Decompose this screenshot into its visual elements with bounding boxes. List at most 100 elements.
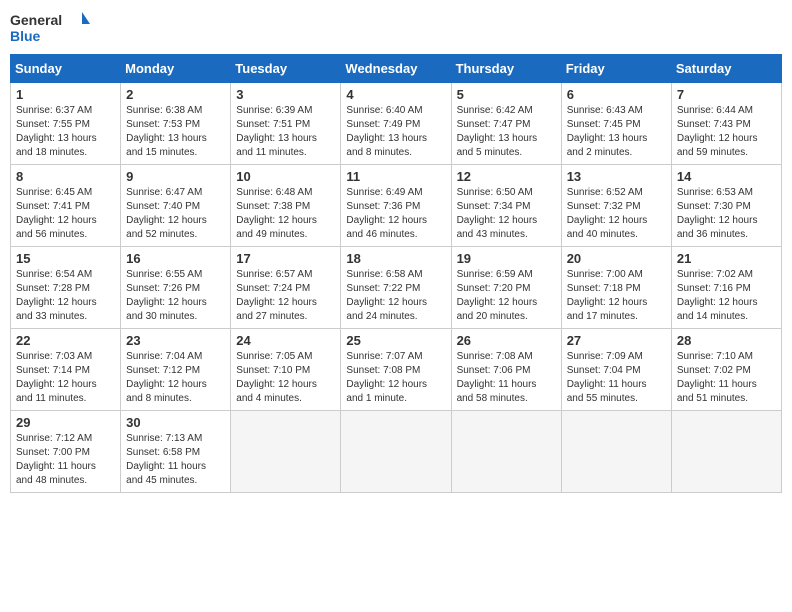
calendar-cell: 15 Sunrise: 6:54 AMSunset: 7:28 PMDaylig… xyxy=(11,247,121,329)
cell-info: Sunrise: 6:47 AMSunset: 7:40 PMDaylight:… xyxy=(126,187,207,240)
calendar-cell: 7 Sunrise: 6:44 AMSunset: 7:43 PMDayligh… xyxy=(671,83,781,165)
calendar-cell: 25 Sunrise: 7:07 AMSunset: 7:08 PMDaylig… xyxy=(341,329,451,411)
calendar-cell: 17 Sunrise: 6:57 AMSunset: 7:24 PMDaylig… xyxy=(231,247,341,329)
calendar-cell: 16 Sunrise: 6:55 AMSunset: 7:26 PMDaylig… xyxy=(121,247,231,329)
day-number: 12 xyxy=(457,169,556,184)
day-number: 10 xyxy=(236,169,335,184)
calendar-cell: 20 Sunrise: 7:00 AMSunset: 7:18 PMDaylig… xyxy=(561,247,671,329)
cell-info: Sunrise: 6:38 AMSunset: 7:53 PMDaylight:… xyxy=(126,105,207,158)
day-number: 6 xyxy=(567,87,666,102)
calendar-week-row: 29 Sunrise: 7:12 AMSunset: 7:00 PMDaylig… xyxy=(11,411,782,493)
cell-info: Sunrise: 7:00 AMSunset: 7:18 PMDaylight:… xyxy=(567,269,648,322)
calendar-cell: 27 Sunrise: 7:09 AMSunset: 7:04 PMDaylig… xyxy=(561,329,671,411)
cell-info: Sunrise: 6:49 AMSunset: 7:36 PMDaylight:… xyxy=(346,187,427,240)
day-number: 9 xyxy=(126,169,225,184)
calendar-cell: 22 Sunrise: 7:03 AMSunset: 7:14 PMDaylig… xyxy=(11,329,121,411)
cell-info: Sunrise: 7:07 AMSunset: 7:08 PMDaylight:… xyxy=(346,351,427,404)
calendar-cell: 24 Sunrise: 7:05 AMSunset: 7:10 PMDaylig… xyxy=(231,329,341,411)
weekday-header-sunday: Sunday xyxy=(11,55,121,83)
cell-info: Sunrise: 6:50 AMSunset: 7:34 PMDaylight:… xyxy=(457,187,538,240)
calendar-cell: 2 Sunrise: 6:38 AMSunset: 7:53 PMDayligh… xyxy=(121,83,231,165)
day-number: 23 xyxy=(126,333,225,348)
day-number: 4 xyxy=(346,87,445,102)
cell-info: Sunrise: 6:45 AMSunset: 7:41 PMDaylight:… xyxy=(16,187,97,240)
calendar-cell: 29 Sunrise: 7:12 AMSunset: 7:00 PMDaylig… xyxy=(11,411,121,493)
calendar-cell: 5 Sunrise: 6:42 AMSunset: 7:47 PMDayligh… xyxy=(451,83,561,165)
day-number: 27 xyxy=(567,333,666,348)
day-number: 15 xyxy=(16,251,115,266)
cell-info: Sunrise: 6:58 AMSunset: 7:22 PMDaylight:… xyxy=(346,269,427,322)
weekday-header-monday: Monday xyxy=(121,55,231,83)
calendar-week-row: 1 Sunrise: 6:37 AMSunset: 7:55 PMDayligh… xyxy=(11,83,782,165)
day-number: 24 xyxy=(236,333,335,348)
weekday-header-friday: Friday xyxy=(561,55,671,83)
day-number: 21 xyxy=(677,251,776,266)
day-number: 22 xyxy=(16,333,115,348)
calendar-cell: 28 Sunrise: 7:10 AMSunset: 7:02 PMDaylig… xyxy=(671,329,781,411)
day-number: 8 xyxy=(16,169,115,184)
day-number: 29 xyxy=(16,415,115,430)
weekday-header-thursday: Thursday xyxy=(451,55,561,83)
day-number: 5 xyxy=(457,87,556,102)
cell-info: Sunrise: 7:04 AMSunset: 7:12 PMDaylight:… xyxy=(126,351,207,404)
cell-info: Sunrise: 6:39 AMSunset: 7:51 PMDaylight:… xyxy=(236,105,317,158)
day-number: 20 xyxy=(567,251,666,266)
calendar-cell: 23 Sunrise: 7:04 AMSunset: 7:12 PMDaylig… xyxy=(121,329,231,411)
day-number: 16 xyxy=(126,251,225,266)
cell-info: Sunrise: 6:54 AMSunset: 7:28 PMDaylight:… xyxy=(16,269,97,322)
cell-info: Sunrise: 6:55 AMSunset: 7:26 PMDaylight:… xyxy=(126,269,207,322)
weekday-header-row: SundayMondayTuesdayWednesdayThursdayFrid… xyxy=(11,55,782,83)
cell-info: Sunrise: 6:48 AMSunset: 7:38 PMDaylight:… xyxy=(236,187,317,240)
cell-info: Sunrise: 7:09 AMSunset: 7:04 PMDaylight:… xyxy=(567,351,647,404)
calendar-cell: 12 Sunrise: 6:50 AMSunset: 7:34 PMDaylig… xyxy=(451,165,561,247)
calendar-cell: 14 Sunrise: 6:53 AMSunset: 7:30 PMDaylig… xyxy=(671,165,781,247)
calendar-cell xyxy=(671,411,781,493)
cell-info: Sunrise: 7:13 AMSunset: 6:58 PMDaylight:… xyxy=(126,433,206,486)
calendar-cell: 11 Sunrise: 6:49 AMSunset: 7:36 PMDaylig… xyxy=(341,165,451,247)
cell-info: Sunrise: 6:59 AMSunset: 7:20 PMDaylight:… xyxy=(457,269,538,322)
calendar-cell: 1 Sunrise: 6:37 AMSunset: 7:55 PMDayligh… xyxy=(11,83,121,165)
calendar-cell xyxy=(231,411,341,493)
cell-info: Sunrise: 7:12 AMSunset: 7:00 PMDaylight:… xyxy=(16,433,96,486)
page-header: General Blue xyxy=(10,10,782,46)
calendar-cell: 30 Sunrise: 7:13 AMSunset: 6:58 PMDaylig… xyxy=(121,411,231,493)
weekday-header-wednesday: Wednesday xyxy=(341,55,451,83)
logo: General Blue xyxy=(10,10,90,46)
cell-info: Sunrise: 7:03 AMSunset: 7:14 PMDaylight:… xyxy=(16,351,97,404)
calendar-cell: 26 Sunrise: 7:08 AMSunset: 7:06 PMDaylig… xyxy=(451,329,561,411)
day-number: 1 xyxy=(16,87,115,102)
calendar-cell: 4 Sunrise: 6:40 AMSunset: 7:49 PMDayligh… xyxy=(341,83,451,165)
day-number: 13 xyxy=(567,169,666,184)
calendar-cell xyxy=(341,411,451,493)
cell-info: Sunrise: 6:40 AMSunset: 7:49 PMDaylight:… xyxy=(346,105,427,158)
weekday-header-tuesday: Tuesday xyxy=(231,55,341,83)
calendar-cell: 18 Sunrise: 6:58 AMSunset: 7:22 PMDaylig… xyxy=(341,247,451,329)
day-number: 7 xyxy=(677,87,776,102)
day-number: 17 xyxy=(236,251,335,266)
calendar-cell: 13 Sunrise: 6:52 AMSunset: 7:32 PMDaylig… xyxy=(561,165,671,247)
calendar-cell: 6 Sunrise: 6:43 AMSunset: 7:45 PMDayligh… xyxy=(561,83,671,165)
cell-info: Sunrise: 6:42 AMSunset: 7:47 PMDaylight:… xyxy=(457,105,538,158)
cell-info: Sunrise: 7:05 AMSunset: 7:10 PMDaylight:… xyxy=(236,351,317,404)
calendar-cell: 21 Sunrise: 7:02 AMSunset: 7:16 PMDaylig… xyxy=(671,247,781,329)
calendar-cell: 19 Sunrise: 6:59 AMSunset: 7:20 PMDaylig… xyxy=(451,247,561,329)
calendar-cell xyxy=(561,411,671,493)
svg-text:Blue: Blue xyxy=(10,28,41,44)
cell-info: Sunrise: 6:37 AMSunset: 7:55 PMDaylight:… xyxy=(16,105,97,158)
cell-info: Sunrise: 6:52 AMSunset: 7:32 PMDaylight:… xyxy=(567,187,648,240)
day-number: 19 xyxy=(457,251,556,266)
cell-info: Sunrise: 6:43 AMSunset: 7:45 PMDaylight:… xyxy=(567,105,648,158)
calendar-table: SundayMondayTuesdayWednesdayThursdayFrid… xyxy=(10,54,782,493)
calendar-week-row: 15 Sunrise: 6:54 AMSunset: 7:28 PMDaylig… xyxy=(11,247,782,329)
svg-text:General: General xyxy=(10,12,62,28)
weekday-header-saturday: Saturday xyxy=(671,55,781,83)
day-number: 28 xyxy=(677,333,776,348)
calendar-cell: 8 Sunrise: 6:45 AMSunset: 7:41 PMDayligh… xyxy=(11,165,121,247)
day-number: 11 xyxy=(346,169,445,184)
day-number: 26 xyxy=(457,333,556,348)
day-number: 25 xyxy=(346,333,445,348)
cell-info: Sunrise: 6:53 AMSunset: 7:30 PMDaylight:… xyxy=(677,187,758,240)
calendar-cell: 3 Sunrise: 6:39 AMSunset: 7:51 PMDayligh… xyxy=(231,83,341,165)
calendar-cell: 10 Sunrise: 6:48 AMSunset: 7:38 PMDaylig… xyxy=(231,165,341,247)
cell-info: Sunrise: 6:44 AMSunset: 7:43 PMDaylight:… xyxy=(677,105,758,158)
